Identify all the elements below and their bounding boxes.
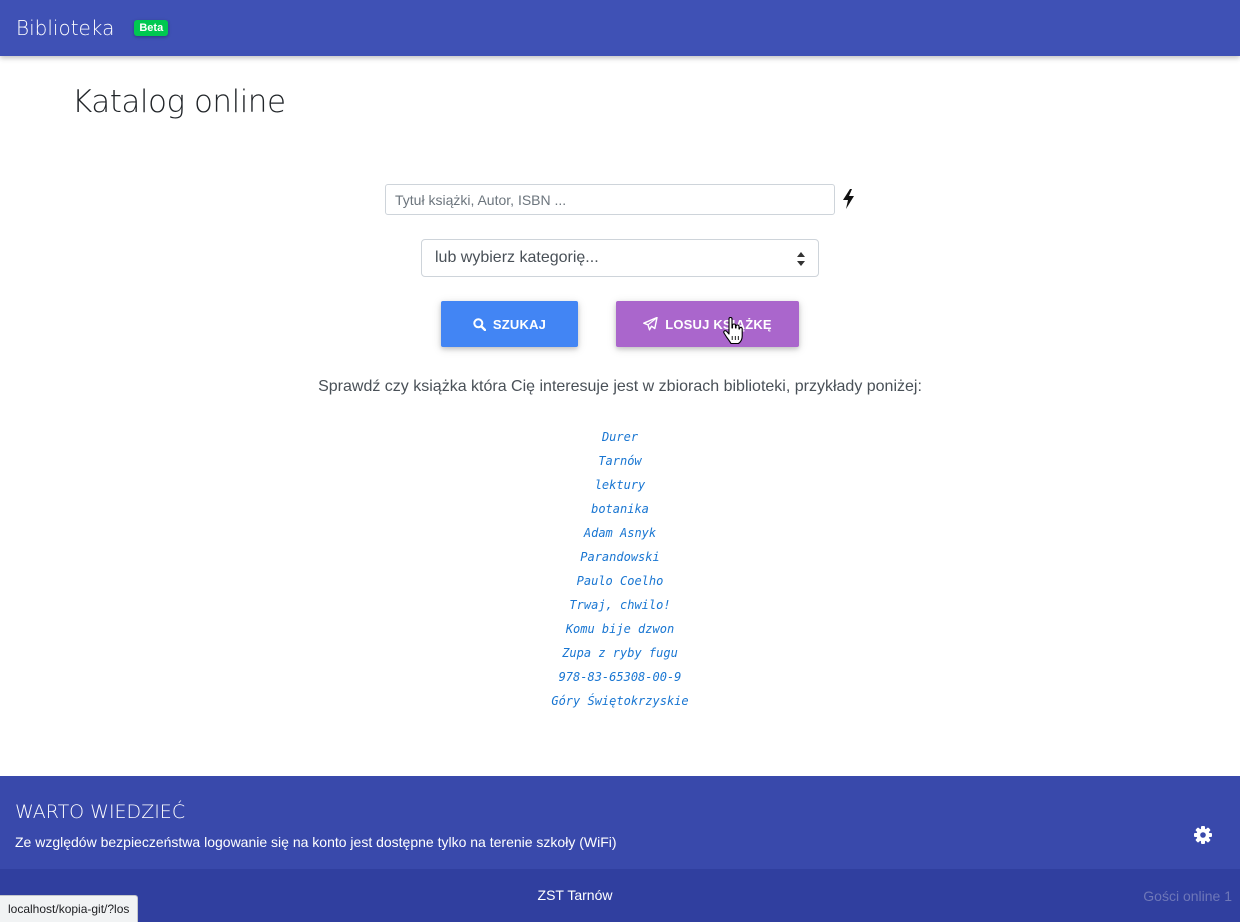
example-link[interactable]: Parandowski <box>580 550 659 564</box>
example-item: Zupa z ryby fugu <box>0 644 1240 668</box>
example-item: 978-83-65308-00-9 <box>0 668 1240 692</box>
beta-badge: Beta <box>134 20 169 36</box>
example-link[interactable]: Góry Świętokrzyskie <box>551 694 688 708</box>
example-link[interactable]: botanika <box>591 502 649 516</box>
example-item: botanika <box>0 500 1240 524</box>
category-select[interactable]: lub wybierz kategorię... <box>421 239 819 277</box>
brand-link[interactable]: Biblioteka <box>16 16 114 40</box>
gear-icon[interactable] <box>1193 825 1213 845</box>
example-item: Parandowski <box>0 548 1240 572</box>
hand-cursor-icon <box>723 316 743 345</box>
search-icon <box>473 317 486 331</box>
example-link[interactable]: 978-83-65308-00-9 <box>559 670 682 684</box>
example-item: Paulo Coelho <box>0 572 1240 596</box>
example-item: Góry Świętokrzyskie <box>0 692 1240 716</box>
paper-plane-icon <box>643 317 658 331</box>
search-button-label: SZUKAJ <box>492 316 547 332</box>
info-section: WARTO WIEDZIEĆ Ze względów bezpieczeństw… <box>0 776 1240 869</box>
example-link[interactable]: Durer <box>602 430 638 444</box>
example-link[interactable]: Zupa z ryby fugu <box>562 646 678 660</box>
example-link[interactable]: lektury <box>595 478 646 492</box>
example-item: lektury <box>0 476 1240 500</box>
search-button[interactable]: SZUKAJ <box>441 301 578 347</box>
top-navbar: Biblioteka Beta <box>0 0 1240 56</box>
example-link[interactable]: Komu bije dzwon <box>566 622 674 636</box>
status-bar-url: localhost/kopia-git/?los <box>0 895 139 922</box>
search-input[interactable] <box>385 184 835 215</box>
example-item: Tarnów <box>0 452 1240 476</box>
example-link[interactable]: Tarnów <box>598 454 641 468</box>
example-link[interactable]: Trwaj, chwilo! <box>569 598 670 612</box>
example-link[interactable]: Paulo Coelho <box>577 574 664 588</box>
select-arrows-icon <box>797 252 805 266</box>
random-book-button[interactable]: LOSUJ KSIĄŻKĘ <box>616 301 799 347</box>
info-title: WARTO WIEDZIEĆ <box>15 801 186 823</box>
bolt-icon[interactable] <box>843 189 855 209</box>
footer-school-name: ZST Tarnów <box>537 887 613 903</box>
example-item: Trwaj, chwilo! <box>0 596 1240 620</box>
example-item: Adam Asnyk <box>0 524 1240 548</box>
page-title: Katalog online <box>72 84 286 120</box>
info-text: Ze względów bezpieczeństwa logowanie się… <box>15 834 617 850</box>
random-book-button-label: LOSUJ KSIĄŻKĘ <box>665 316 772 332</box>
example-item: Durer <box>0 428 1240 452</box>
example-item: Komu bije dzwon <box>0 620 1240 644</box>
footer-bar: ZST Tarnów Gości online 1 <box>0 869 1240 922</box>
intro-text: Sprawdź czy książka która Cię interesuje… <box>318 378 922 395</box>
example-link[interactable]: Adam Asnyk <box>584 526 656 540</box>
example-searches-list: Durer Tarnów lektury botanika Adam Asnyk… <box>0 428 1240 716</box>
online-guests-count: Gości online 1 <box>1143 888 1232 904</box>
category-select-value: lub wybierz kategorię... <box>435 249 599 266</box>
